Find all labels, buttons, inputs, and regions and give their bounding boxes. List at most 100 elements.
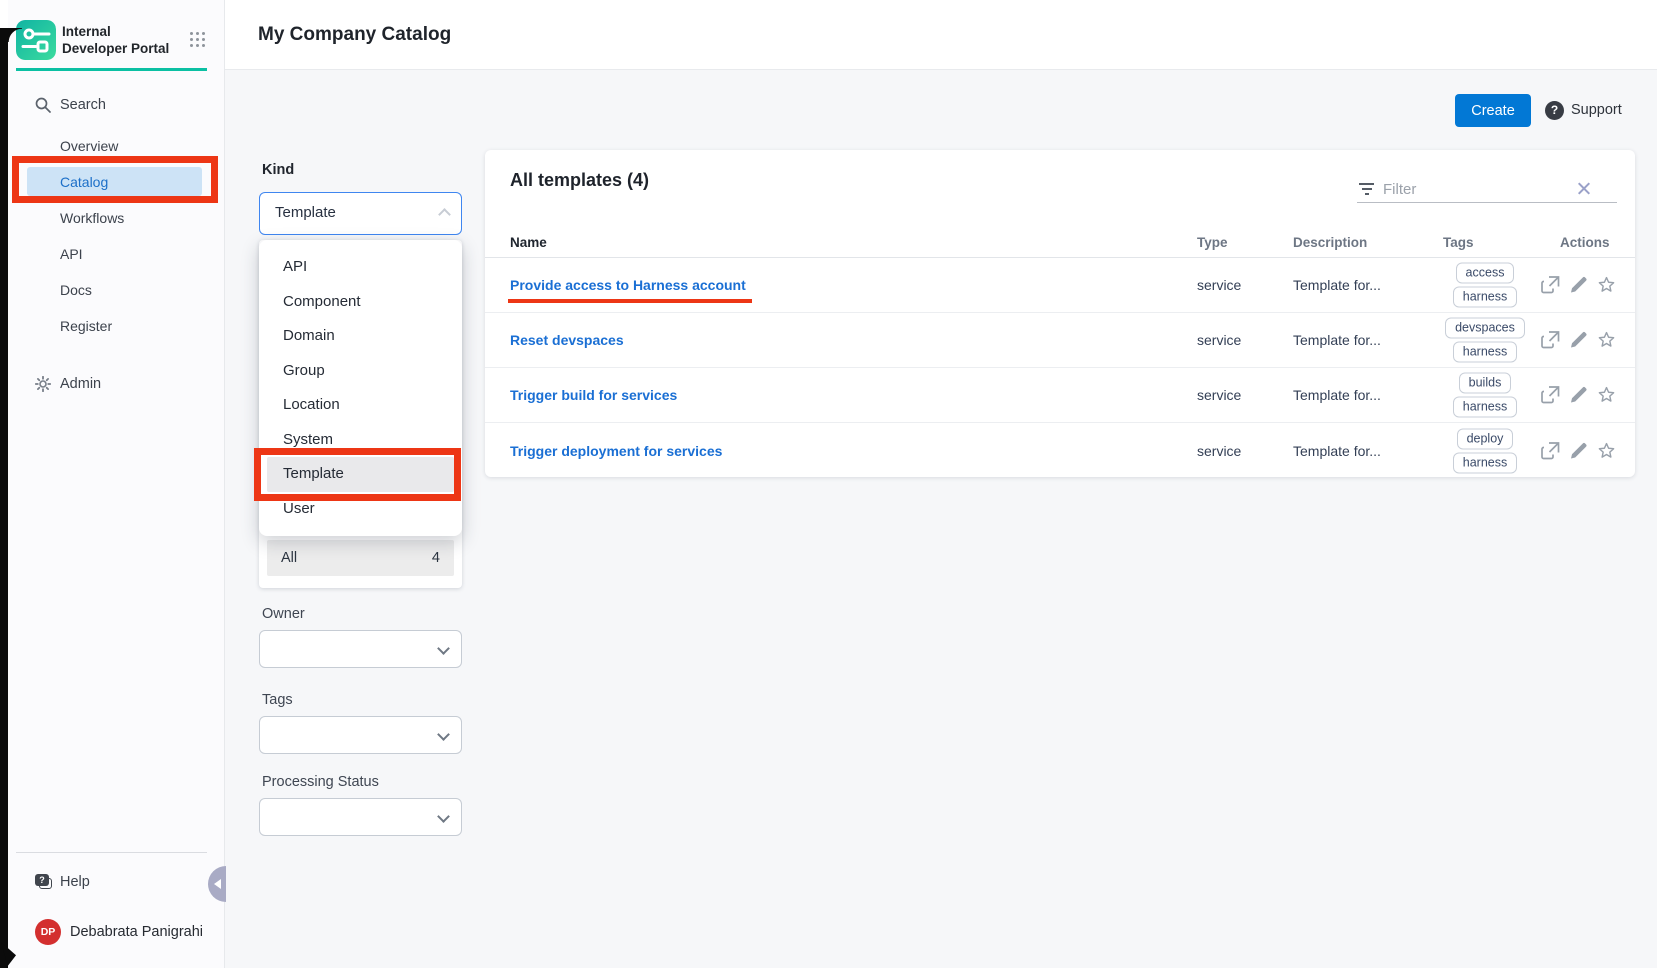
edit-icon[interactable] xyxy=(1569,441,1588,460)
chevron-up-icon xyxy=(438,208,451,221)
type-cell: service xyxy=(1197,332,1241,348)
star-icon[interactable] xyxy=(1597,386,1616,405)
create-button[interactable]: Create xyxy=(1455,94,1531,127)
star-icon[interactable] xyxy=(1597,276,1616,295)
facet-all-row[interactable]: All 4 xyxy=(267,540,454,576)
facet-all-count: 4 xyxy=(432,540,440,576)
processing-status-select[interactable] xyxy=(259,798,462,836)
external-link-icon[interactable] xyxy=(1541,331,1560,350)
table-row: Trigger build for services service Templ… xyxy=(485,368,1635,423)
kind-option-api[interactable]: API xyxy=(267,250,454,285)
table-header-row: Name Type Description Tags Actions xyxy=(485,228,1635,258)
template-name-link[interactable]: Reset devspaces xyxy=(510,332,624,348)
table-row: Trigger deployment for services service … xyxy=(485,423,1635,478)
brand-header: Internal Developer Portal xyxy=(16,20,216,64)
kind-option-template[interactable]: Template xyxy=(267,457,454,492)
kind-option-user[interactable]: User xyxy=(267,492,454,527)
brand-title: Internal Developer Portal xyxy=(62,23,174,57)
tag-chip: harness xyxy=(1453,397,1517,418)
kind-option-component[interactable]: Component xyxy=(267,285,454,320)
search-label: Search xyxy=(60,91,106,119)
external-link-icon[interactable] xyxy=(1541,386,1560,405)
help-label: Help xyxy=(60,868,90,896)
edit-icon[interactable] xyxy=(1569,331,1588,350)
table-row: Provide access to Harness account servic… xyxy=(485,258,1635,313)
page-title: My Company Catalog xyxy=(258,0,451,70)
external-link-icon[interactable] xyxy=(1541,441,1560,460)
apps-grid-icon[interactable] xyxy=(190,32,207,49)
table-row: Reset devspaces service Template for... … xyxy=(485,313,1635,368)
user-profile[interactable]: DP Debabrata Panigrahi xyxy=(8,917,225,947)
tag-chip: access xyxy=(1456,263,1515,284)
external-link-icon[interactable] xyxy=(1541,276,1560,295)
column-header-description: Description xyxy=(1293,228,1367,258)
tags-select[interactable] xyxy=(259,716,462,754)
owner-select[interactable] xyxy=(259,630,462,668)
gear-icon xyxy=(35,376,51,392)
support-label: Support xyxy=(1571,101,1622,120)
column-header-name: Name xyxy=(510,228,547,258)
template-name-link[interactable]: Provide access to Harness account xyxy=(510,277,746,293)
kind-option-group[interactable]: Group xyxy=(267,354,454,389)
sidebar: Internal Developer Portal Search Overvie… xyxy=(8,0,225,968)
tags-label: Tags xyxy=(262,692,293,708)
sidebar-footer-divider xyxy=(16,852,207,853)
sidebar-item-overview[interactable]: Overview xyxy=(8,132,225,160)
filter-icon xyxy=(1359,182,1375,196)
sidebar-item-api[interactable]: API xyxy=(8,240,225,268)
chevron-down-icon xyxy=(437,642,450,655)
sidebar-search[interactable]: Search xyxy=(8,91,225,119)
question-circle-icon: ? xyxy=(1545,101,1564,120)
chevron-down-icon xyxy=(437,810,450,823)
star-icon[interactable] xyxy=(1597,331,1616,350)
kind-option-system[interactable]: System xyxy=(267,423,454,458)
description-cell: Template for... xyxy=(1293,332,1381,348)
filter-input[interactable] xyxy=(1383,177,1573,201)
table-body: Provide access to Harness account servic… xyxy=(485,258,1635,478)
sidebar-item-catalog[interactable]: Catalog xyxy=(8,168,225,196)
help-button[interactable]: ? Help xyxy=(8,868,225,896)
brand-divider xyxy=(16,68,207,71)
desktop-edge xyxy=(0,28,8,968)
kind-options-list: APIComponentDomainGroupLocationSystemTem… xyxy=(259,240,462,536)
templates-title: All templates (4) xyxy=(510,170,649,191)
actions-cell xyxy=(1541,276,1616,295)
column-header-type: Type xyxy=(1197,228,1228,258)
type-cell: service xyxy=(1197,277,1241,293)
column-header-tags: Tags xyxy=(1443,228,1474,258)
chevron-down-icon xyxy=(437,728,450,741)
description-cell: Template for... xyxy=(1293,387,1381,403)
template-name-link[interactable]: Trigger build for services xyxy=(510,387,677,403)
templates-card: All templates (4) Name Type Description … xyxy=(485,150,1635,477)
admin-label: Admin xyxy=(60,370,101,398)
main-area: My Company Catalog Create ? Support Kind… xyxy=(225,0,1657,968)
sidebar-item-workflows[interactable]: Workflows xyxy=(8,204,225,232)
kind-option-domain[interactable]: Domain xyxy=(267,319,454,354)
kind-label: Kind xyxy=(262,162,294,178)
chevron-left-icon xyxy=(214,879,221,889)
template-name-link[interactable]: Trigger deployment for services xyxy=(510,443,722,459)
tag-chip: deploy xyxy=(1457,428,1514,449)
sidebar-item-admin[interactable]: Admin xyxy=(8,370,225,398)
kind-select-value: Template xyxy=(275,193,336,233)
search-icon xyxy=(35,97,51,113)
tags-cell: devspacesharness xyxy=(1425,318,1545,363)
column-header-actions: Actions xyxy=(1560,228,1610,258)
tags-cell: buildsharness xyxy=(1425,373,1545,418)
description-cell: Template for... xyxy=(1293,443,1381,459)
sidebar-item-docs[interactable]: Docs xyxy=(8,276,225,304)
edit-icon[interactable] xyxy=(1569,276,1588,295)
kind-select[interactable]: Template xyxy=(259,192,462,235)
help-icon: ? xyxy=(35,874,53,890)
page-header: My Company Catalog xyxy=(225,0,1657,70)
sidebar-item-register[interactable]: Register xyxy=(8,312,225,340)
kind-option-location[interactable]: Location xyxy=(267,388,454,423)
avatar: DP xyxy=(35,919,61,945)
edit-icon[interactable] xyxy=(1569,386,1588,405)
tag-chip: devspaces xyxy=(1445,318,1525,339)
table-filter xyxy=(1357,177,1617,203)
star-icon[interactable] xyxy=(1597,441,1616,460)
actions-cell xyxy=(1541,386,1616,405)
portal-logo-icon xyxy=(16,20,56,60)
clear-filter-icon[interactable] xyxy=(1577,181,1591,195)
